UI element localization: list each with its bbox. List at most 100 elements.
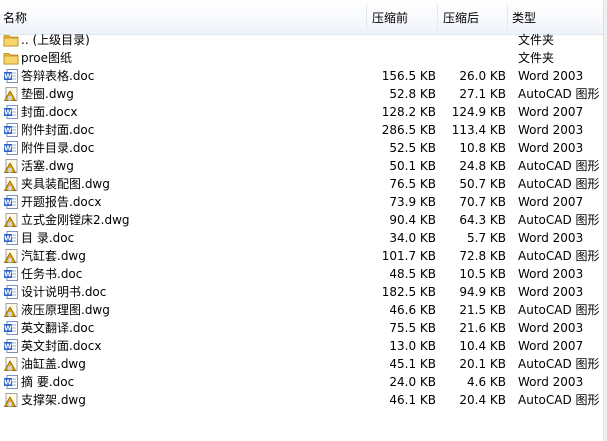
word-doc-icon: W: [3, 140, 19, 156]
file-row[interactable]: W 英文封面.docx 13.0 KB 10.4 KB Word 2007: [0, 337, 607, 355]
file-row[interactable]: W 答辩表格.doc 156.5 KB 26.0 KB Word 2003: [0, 67, 607, 85]
file-row[interactable]: 立式金刚镗床2.dwg 90.4 KB 64.3 KB AutoCAD 图形: [0, 211, 607, 229]
file-type: Word 2003: [518, 123, 584, 137]
size-after: 26.0 KB: [459, 69, 506, 83]
size-before: 46.1 KB: [389, 393, 436, 407]
word-doc-icon: W: [3, 122, 19, 138]
file-type: Word 2007: [518, 339, 584, 353]
word-doc-icon: W: [3, 194, 19, 210]
size-after: 10.5 KB: [459, 267, 506, 281]
file-type: Word 2003: [518, 69, 584, 83]
svg-text:W: W: [4, 145, 12, 153]
file-row[interactable]: W 附件封面.doc 286.5 KB 113.4 KB Word 2003: [0, 121, 607, 139]
size-after: 5.7 KB: [467, 231, 506, 245]
size-before: 45.1 KB: [389, 357, 436, 371]
file-type: AutoCAD 图形: [518, 213, 600, 227]
file-row[interactable]: W 英文翻译.doc 75.5 KB 21.6 KB Word 2003: [0, 319, 607, 337]
word-doc-icon: W: [3, 338, 19, 354]
column-header-bar: 名称 压缩前 压缩后 类型: [0, 0, 607, 35]
column-divider[interactable]: [437, 4, 438, 30]
file-row[interactable]: 支撑架.dwg 46.1 KB 20.4 KB AutoCAD 图形: [0, 391, 607, 409]
file-row[interactable]: proe图纸 文件夹: [0, 49, 607, 67]
file-name: 封面.docx: [21, 105, 78, 119]
file-name: 附件目录.doc: [21, 141, 95, 155]
autocad-dwg-icon: [3, 158, 19, 174]
size-before: 128.2 KB: [381, 105, 436, 119]
autocad-dwg-icon: [3, 356, 19, 372]
file-row[interactable]: W 摘 要.doc 24.0 KB 4.6 KB Word 2003: [0, 373, 607, 391]
list-right-edge: [603, 0, 607, 441]
file-type: AutoCAD 图形: [518, 177, 600, 191]
file-row[interactable]: W 开题报告.docx 73.9 KB 70.7 KB Word 2007: [0, 193, 607, 211]
file-row[interactable]: 垫圈.dwg 52.8 KB 27.1 KB AutoCAD 图形: [0, 85, 607, 103]
size-before: 101.7 KB: [381, 249, 436, 263]
folder-icon: [3, 50, 19, 66]
file-type: Word 2003: [518, 267, 584, 281]
file-type: Word 2007: [518, 105, 584, 119]
size-after: 72.8 KB: [459, 249, 506, 263]
file-row[interactable]: 夹具装配图.dwg 76.5 KB 50.7 KB AutoCAD 图形: [0, 175, 607, 193]
svg-text:W: W: [4, 325, 12, 333]
size-before: 90.4 KB: [389, 213, 436, 227]
file-type: AutoCAD 图形: [518, 159, 600, 173]
size-before: 73.9 KB: [389, 195, 436, 209]
file-type: Word 2003: [518, 141, 584, 155]
column-divider[interactable]: [366, 4, 367, 30]
autocad-dwg-icon: [3, 248, 19, 264]
column-header-name[interactable]: 名称: [3, 10, 27, 26]
file-type: Word 2003: [518, 321, 584, 335]
file-name: 设计说明书.doc: [21, 285, 107, 299]
file-name: 支撑架.dwg: [21, 393, 86, 407]
size-before: 52.5 KB: [389, 141, 436, 155]
column-header-type[interactable]: 类型: [512, 10, 536, 26]
word-doc-icon: W: [3, 104, 19, 120]
word-doc-icon: W: [3, 68, 19, 84]
file-type: 文件夹: [518, 33, 555, 47]
file-name: 附件封面.doc: [21, 123, 95, 137]
file-name: 垫圈.dwg: [21, 87, 74, 101]
file-name: .. (上级目录): [21, 33, 90, 47]
word-doc-icon: W: [3, 374, 19, 390]
file-row[interactable]: 液压原理图.dwg 46.6 KB 21.5 KB AutoCAD 图形: [0, 301, 607, 319]
svg-text:W: W: [4, 379, 12, 387]
word-doc-icon: W: [3, 266, 19, 282]
file-row[interactable]: W 任务书.doc 48.5 KB 10.5 KB Word 2003: [0, 265, 607, 283]
size-after: 113.4 KB: [451, 123, 506, 137]
size-after: 21.5 KB: [459, 303, 506, 317]
size-before: 13.0 KB: [389, 339, 436, 353]
file-name: 目 录.doc: [21, 231, 75, 245]
file-name: 夹具装配图.dwg: [21, 177, 110, 191]
file-name: 油缸盖.dwg: [21, 357, 86, 371]
file-name: 汽缸套.dwg: [21, 249, 86, 263]
svg-text:W: W: [4, 271, 12, 279]
autocad-dwg-icon: [3, 392, 19, 408]
file-type: AutoCAD 图形: [518, 87, 600, 101]
svg-text:W: W: [4, 289, 12, 297]
file-type: AutoCAD 图形: [518, 303, 600, 317]
file-row[interactable]: 油缸盖.dwg 45.1 KB 20.1 KB AutoCAD 图形: [0, 355, 607, 373]
word-doc-icon: W: [3, 230, 19, 246]
file-name: proe图纸: [21, 51, 73, 65]
file-name: 答辩表格.doc: [21, 69, 95, 83]
file-row[interactable]: 活塞.dwg 50.1 KB 24.8 KB AutoCAD 图形: [0, 157, 607, 175]
file-type: 文件夹: [518, 51, 555, 65]
size-after: 70.7 KB: [459, 195, 506, 209]
word-doc-icon: W: [3, 284, 19, 300]
column-divider[interactable]: [507, 4, 508, 30]
file-type: AutoCAD 图形: [518, 357, 600, 371]
file-row[interactable]: W 设计说明书.doc 182.5 KB 94.9 KB Word 2003: [0, 283, 607, 301]
column-header-after[interactable]: 压缩后: [443, 10, 479, 26]
file-name: 开题报告.docx: [21, 195, 102, 209]
size-before: 76.5 KB: [389, 177, 436, 191]
file-row[interactable]: W 封面.docx 128.2 KB 124.9 KB Word 2007: [0, 103, 607, 121]
file-name: 立式金刚镗床2.dwg: [21, 213, 130, 227]
autocad-dwg-icon: [3, 212, 19, 228]
file-type: Word 2003: [518, 285, 584, 299]
size-after: 64.3 KB: [459, 213, 506, 227]
file-row[interactable]: .. (上级目录) 文件夹: [0, 31, 607, 49]
column-header-before[interactable]: 压缩前: [372, 10, 408, 26]
file-row[interactable]: W 附件目录.doc 52.5 KB 10.8 KB Word 2003: [0, 139, 607, 157]
size-after: 21.6 KB: [459, 321, 506, 335]
file-row[interactable]: W 目 录.doc 34.0 KB 5.7 KB Word 2003: [0, 229, 607, 247]
file-row[interactable]: 汽缸套.dwg 101.7 KB 72.8 KB AutoCAD 图形: [0, 247, 607, 265]
